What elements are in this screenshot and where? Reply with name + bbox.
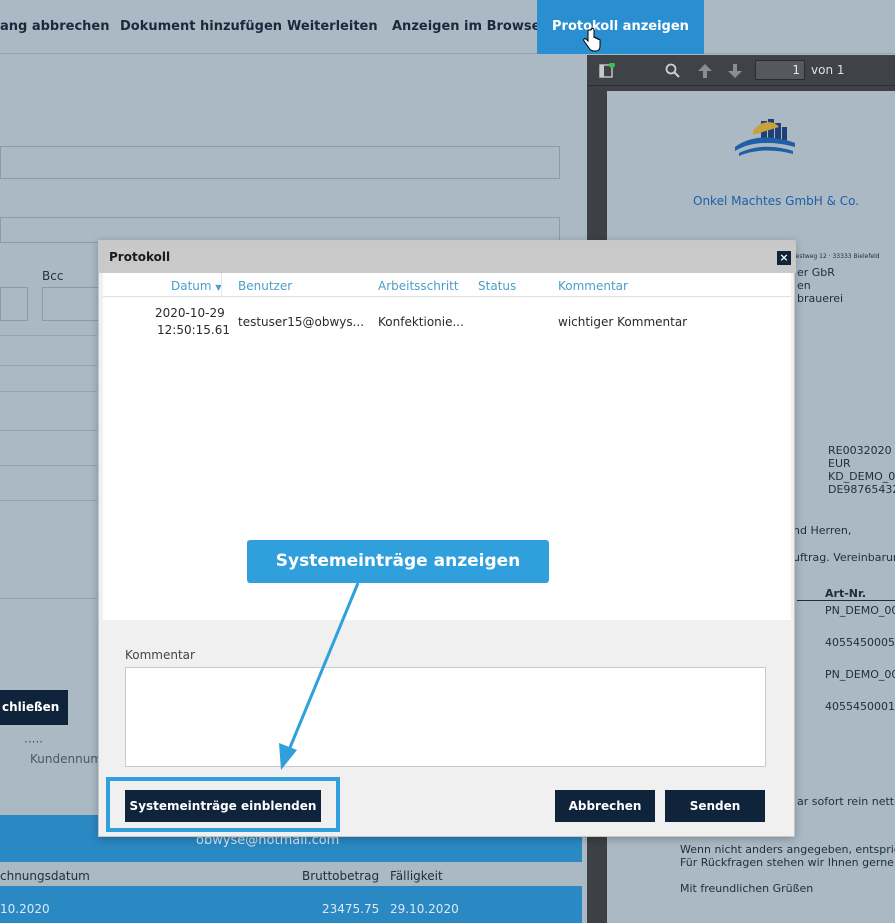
callout-arrow-icon — [279, 582, 360, 770]
callout-label: Systemeinträge anzeigen — [247, 540, 549, 583]
